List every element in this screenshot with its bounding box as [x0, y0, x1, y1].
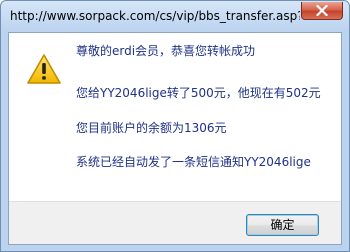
- message-line-3: 您目前账户的余额为1306元: [76, 121, 227, 135]
- window-title: http://www.sorpack.com/cs/vip/bbs_transf…: [10, 9, 300, 23]
- message-line-4: 系统已经自动发了一条短信通知YY2046lige: [76, 155, 311, 169]
- dialog-client-area: 尊敬的erdi会员，恭喜您转帐成功 您给YY2046lige转了500元，他现在…: [8, 32, 342, 245]
- footer-divider: [9, 201, 341, 202]
- message-area: 尊敬的erdi会员，恭喜您转帐成功 您给YY2046lige转了500元，他现在…: [9, 33, 341, 201]
- close-icon: [316, 5, 328, 16]
- title-bar[interactable]: http://www.sorpack.com/cs/vip/bbs_transf…: [1, 1, 349, 32]
- alert-dialog-window: http://www.sorpack.com/cs/vip/bbs_transf…: [0, 0, 350, 252]
- close-button[interactable]: [301, 2, 343, 20]
- message-line-1: 尊敬的erdi会员，恭喜您转帐成功: [76, 44, 256, 58]
- warning-icon: [27, 54, 61, 84]
- message-line-2: 您给YY2046lige转了500元，他现在有502元: [76, 86, 321, 100]
- ok-button[interactable]: 确定: [246, 214, 319, 236]
